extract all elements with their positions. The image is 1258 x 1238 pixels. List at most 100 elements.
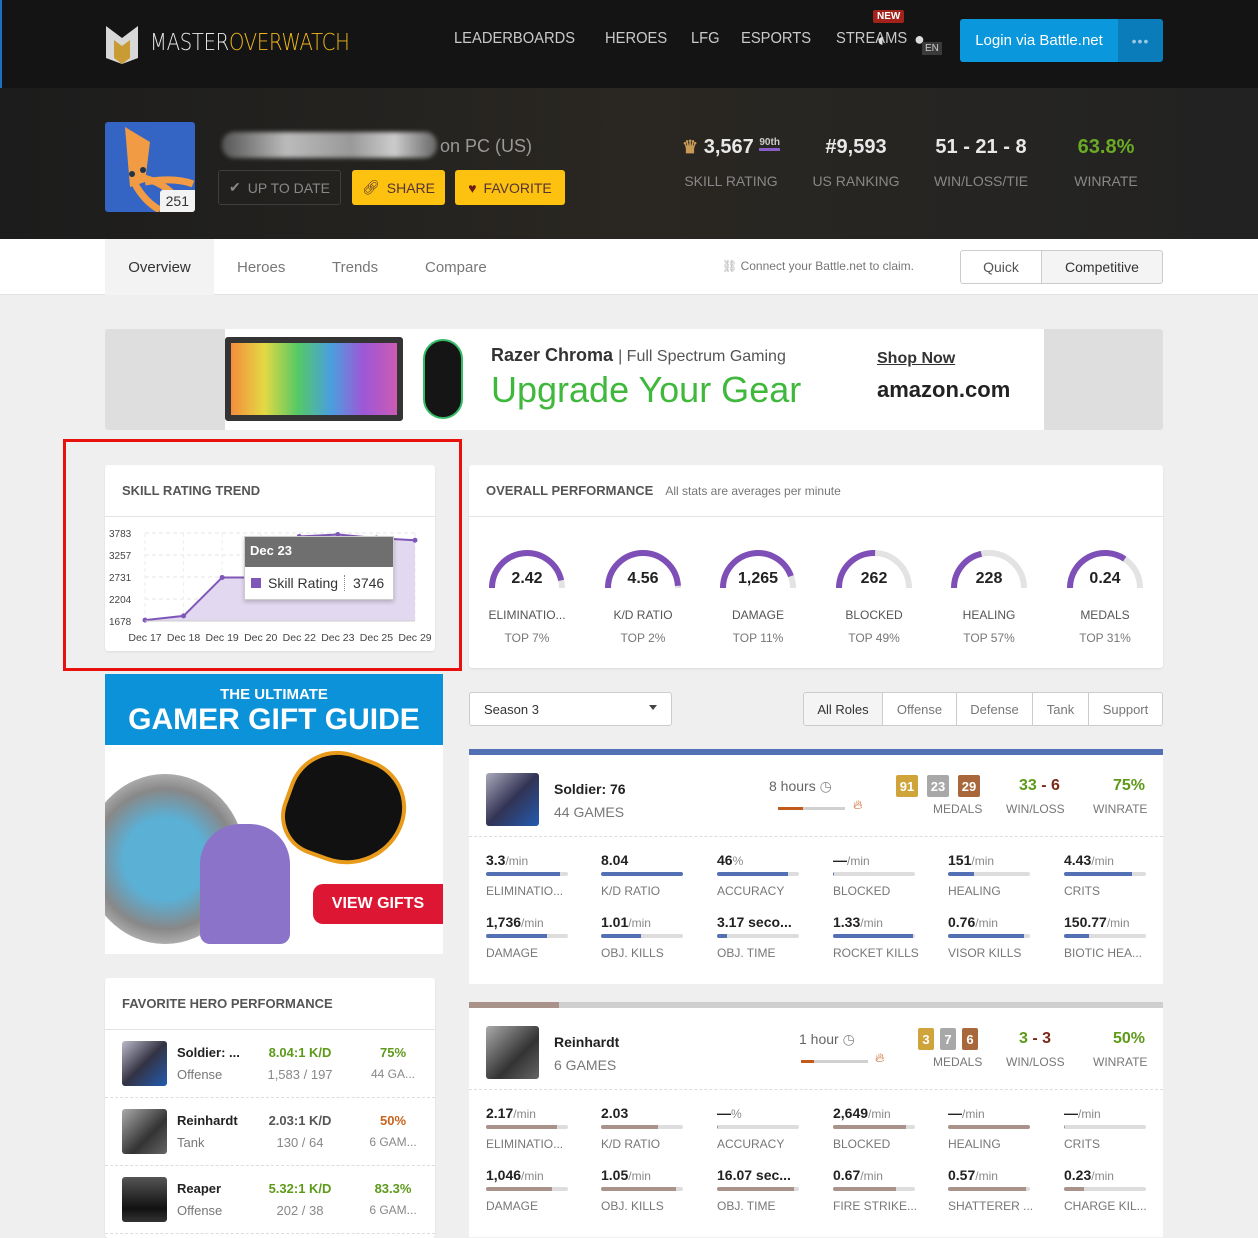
fav-kd: 8.04:1 K/D [268,1045,332,1060]
role-tank[interactable]: Tank [1032,692,1089,726]
percentile: 90th [759,137,780,152]
nav-heroes[interactable]: HEROES [605,30,667,48]
more-button[interactable]: ••• [1118,19,1163,62]
stat-label: OBJ. TIME [717,946,776,960]
stat-label: OBJ. KILLS [601,946,664,960]
stat-value: 1.33/min [833,914,915,930]
win-loss-tie-stat: 51 - 21 - 8 WIN/LOSS/TIE [926,136,1036,189]
hero-stat: —/min HEALING [948,1105,1030,1151]
fav-hero-role: Offense [177,1067,223,1082]
hero-stat: —/min CRITS [1064,1105,1146,1151]
stat-unit: /min [975,1169,998,1183]
stat-bar-fill [717,934,727,938]
data-point[interactable] [142,617,148,623]
legend-swatch-icon [251,578,261,588]
stat-bar [717,872,799,876]
role-support[interactable]: Support [1088,692,1163,726]
win-loss-label: WIN/LOSS [1006,1055,1065,1069]
data-point[interactable] [412,537,418,543]
fire-icon: 🔥︎ [853,797,863,812]
role-all[interactable]: All Roles [803,692,883,726]
playtime-bar [778,807,845,810]
gauge-top: TOP 7% [504,631,550,645]
losses: 3 [1042,1030,1052,1047]
nav-leaderboards[interactable]: LEADERBOARDS [454,30,575,48]
y-tick-label: 1678 [109,617,132,628]
us-ranking-stat: #9,593 US RANKING [806,136,906,189]
stat-bar [601,1187,683,1191]
view-gifts-button[interactable]: VIEW GIFTS [313,884,443,924]
fav-kills-deaths: 202 / 38 [276,1203,324,1218]
favorite-hero-row[interactable]: Reinhardt Tank 2.03:1 K/D 130 / 64 50% 6 GAM.… [105,1098,435,1166]
favorite-hero-row[interactable]: Soldier: ... Offense 8.04:1 K/D 1,583 / 197… [105,1030,435,1098]
stat-label: ACCURACY [717,1137,785,1151]
data-point[interactable] [181,613,187,619]
favorite-hero-row[interactable]: Reaper Offense 5.32:1 K/D 202 / 38 83.3% 6 GA… [105,1166,435,1234]
gauge-top: TOP 31% [1079,631,1131,645]
nav-esports[interactable]: ESPORTS [741,30,811,48]
login-button[interactable]: Login via Battle.net [960,19,1118,62]
stat-bar-fill [486,872,560,876]
gauge-top: TOP 2% [620,631,666,645]
favorite-hero-title: FAVORITE HERO PERFORMANCE [105,978,435,1030]
stat-label: ACCURACY [717,884,785,898]
data-point[interactable] [219,574,225,580]
stat-number: 1.05 [601,1167,629,1183]
stat-label: SHATTERER ... [948,1199,1034,1213]
fav-hero-name: Soldier: ... [177,1045,240,1060]
language-badge[interactable]: EN [922,42,942,55]
stat-bar-fill [601,1125,658,1129]
us-ranking-value: #9,593 [825,136,887,158]
hero-stat: —/min BLOCKED [833,852,915,898]
stat-bar-fill [717,1187,795,1191]
stat-value: 1.05/min [601,1167,683,1183]
ad-razer[interactable]: Razer Chroma | Full Spectrum Gaming Upgr… [225,329,1044,430]
overall-performance-title: OVERALL PERFORMANCE [486,483,654,498]
tab-compare[interactable]: Compare [425,239,487,295]
stat-value: 151/min [948,852,1030,868]
ad-shop-now[interactable]: Shop Now [877,350,955,368]
favorite-button[interactable]: ♥ FAVORITE [455,170,565,205]
bronze-medal: 6 [962,1028,978,1050]
link-icon: 🔗︎ [361,179,380,195]
claim-link[interactable]: ⛓︎ Connect your Battle.net to claim. [722,259,914,273]
stat-unit: /min [962,1107,985,1121]
hero-stat: 16.07 sec... OBJ. TIME [717,1167,799,1213]
mode-quick[interactable]: Quick [960,250,1042,284]
gauge-5: 0.24 MEDALS TOP 31% [1057,548,1153,645]
role-offense[interactable]: Offense [882,692,957,726]
winrate-label: WINRATE [1093,1055,1148,1069]
gold-medal: 3 [918,1028,934,1050]
stat-bar-fill [1064,934,1090,938]
up-to-date-button[interactable]: ✔ UP TO DATE [218,170,341,205]
season-select[interactable]: Season 3 [469,692,672,726]
check-icon: ✔ [229,179,241,195]
mode-competitive[interactable]: Competitive [1041,250,1163,284]
stat-label: HEALING [948,884,1001,898]
contrast-icon[interactable]: ◐ [877,30,888,51]
share-button[interactable]: 🔗︎ SHARE [352,170,445,205]
hero-card[interactable]: Reinhardt 6 GAMES 1 hour ◷ 🔥︎ 3 7 6 MEDALS 3 - 3… [469,1002,1163,1237]
nav-streams[interactable]: STREAMS [836,30,907,48]
nav-lfg[interactable]: LFG [691,30,720,48]
fav-kd: 2.03:1 K/D [268,1113,332,1128]
stat-value: 2.03 [601,1105,683,1121]
role-defense[interactable]: Defense [956,692,1033,726]
tab-trends[interactable]: Trends [332,239,378,295]
win-loss-separator: - [1036,777,1052,794]
site-logo[interactable]: MASTEROVERWATCH [106,22,385,64]
hero-stat: 150.77/min BIOTIC HEA... [1064,914,1146,960]
y-tick-label: 2731 [109,573,132,584]
stat-unit: /min [628,916,651,930]
tab-heroes[interactable]: Heroes [237,239,285,295]
ad-gift-guide[interactable]: THE ULTIMATE GAMER GIFT GUIDE VIEW GIFTS [105,674,443,954]
gauge-label: HEALING [962,608,1016,622]
fav-kills-deaths: 1,583 / 197 [267,1067,333,1082]
hero-card[interactable]: Soldier: 76 44 GAMES 8 hours ◷ 🔥︎ 91 23 29 MEDA… [469,749,1163,984]
hero-stat: 1.01/min OBJ. KILLS [601,914,683,960]
stat-number: — [948,1105,962,1121]
stat-bar [948,1187,1030,1191]
y-tick-label: 3257 [109,551,132,562]
tab-overview[interactable]: Overview [105,239,214,295]
ad-line1: THE ULTIMATE [220,686,328,703]
